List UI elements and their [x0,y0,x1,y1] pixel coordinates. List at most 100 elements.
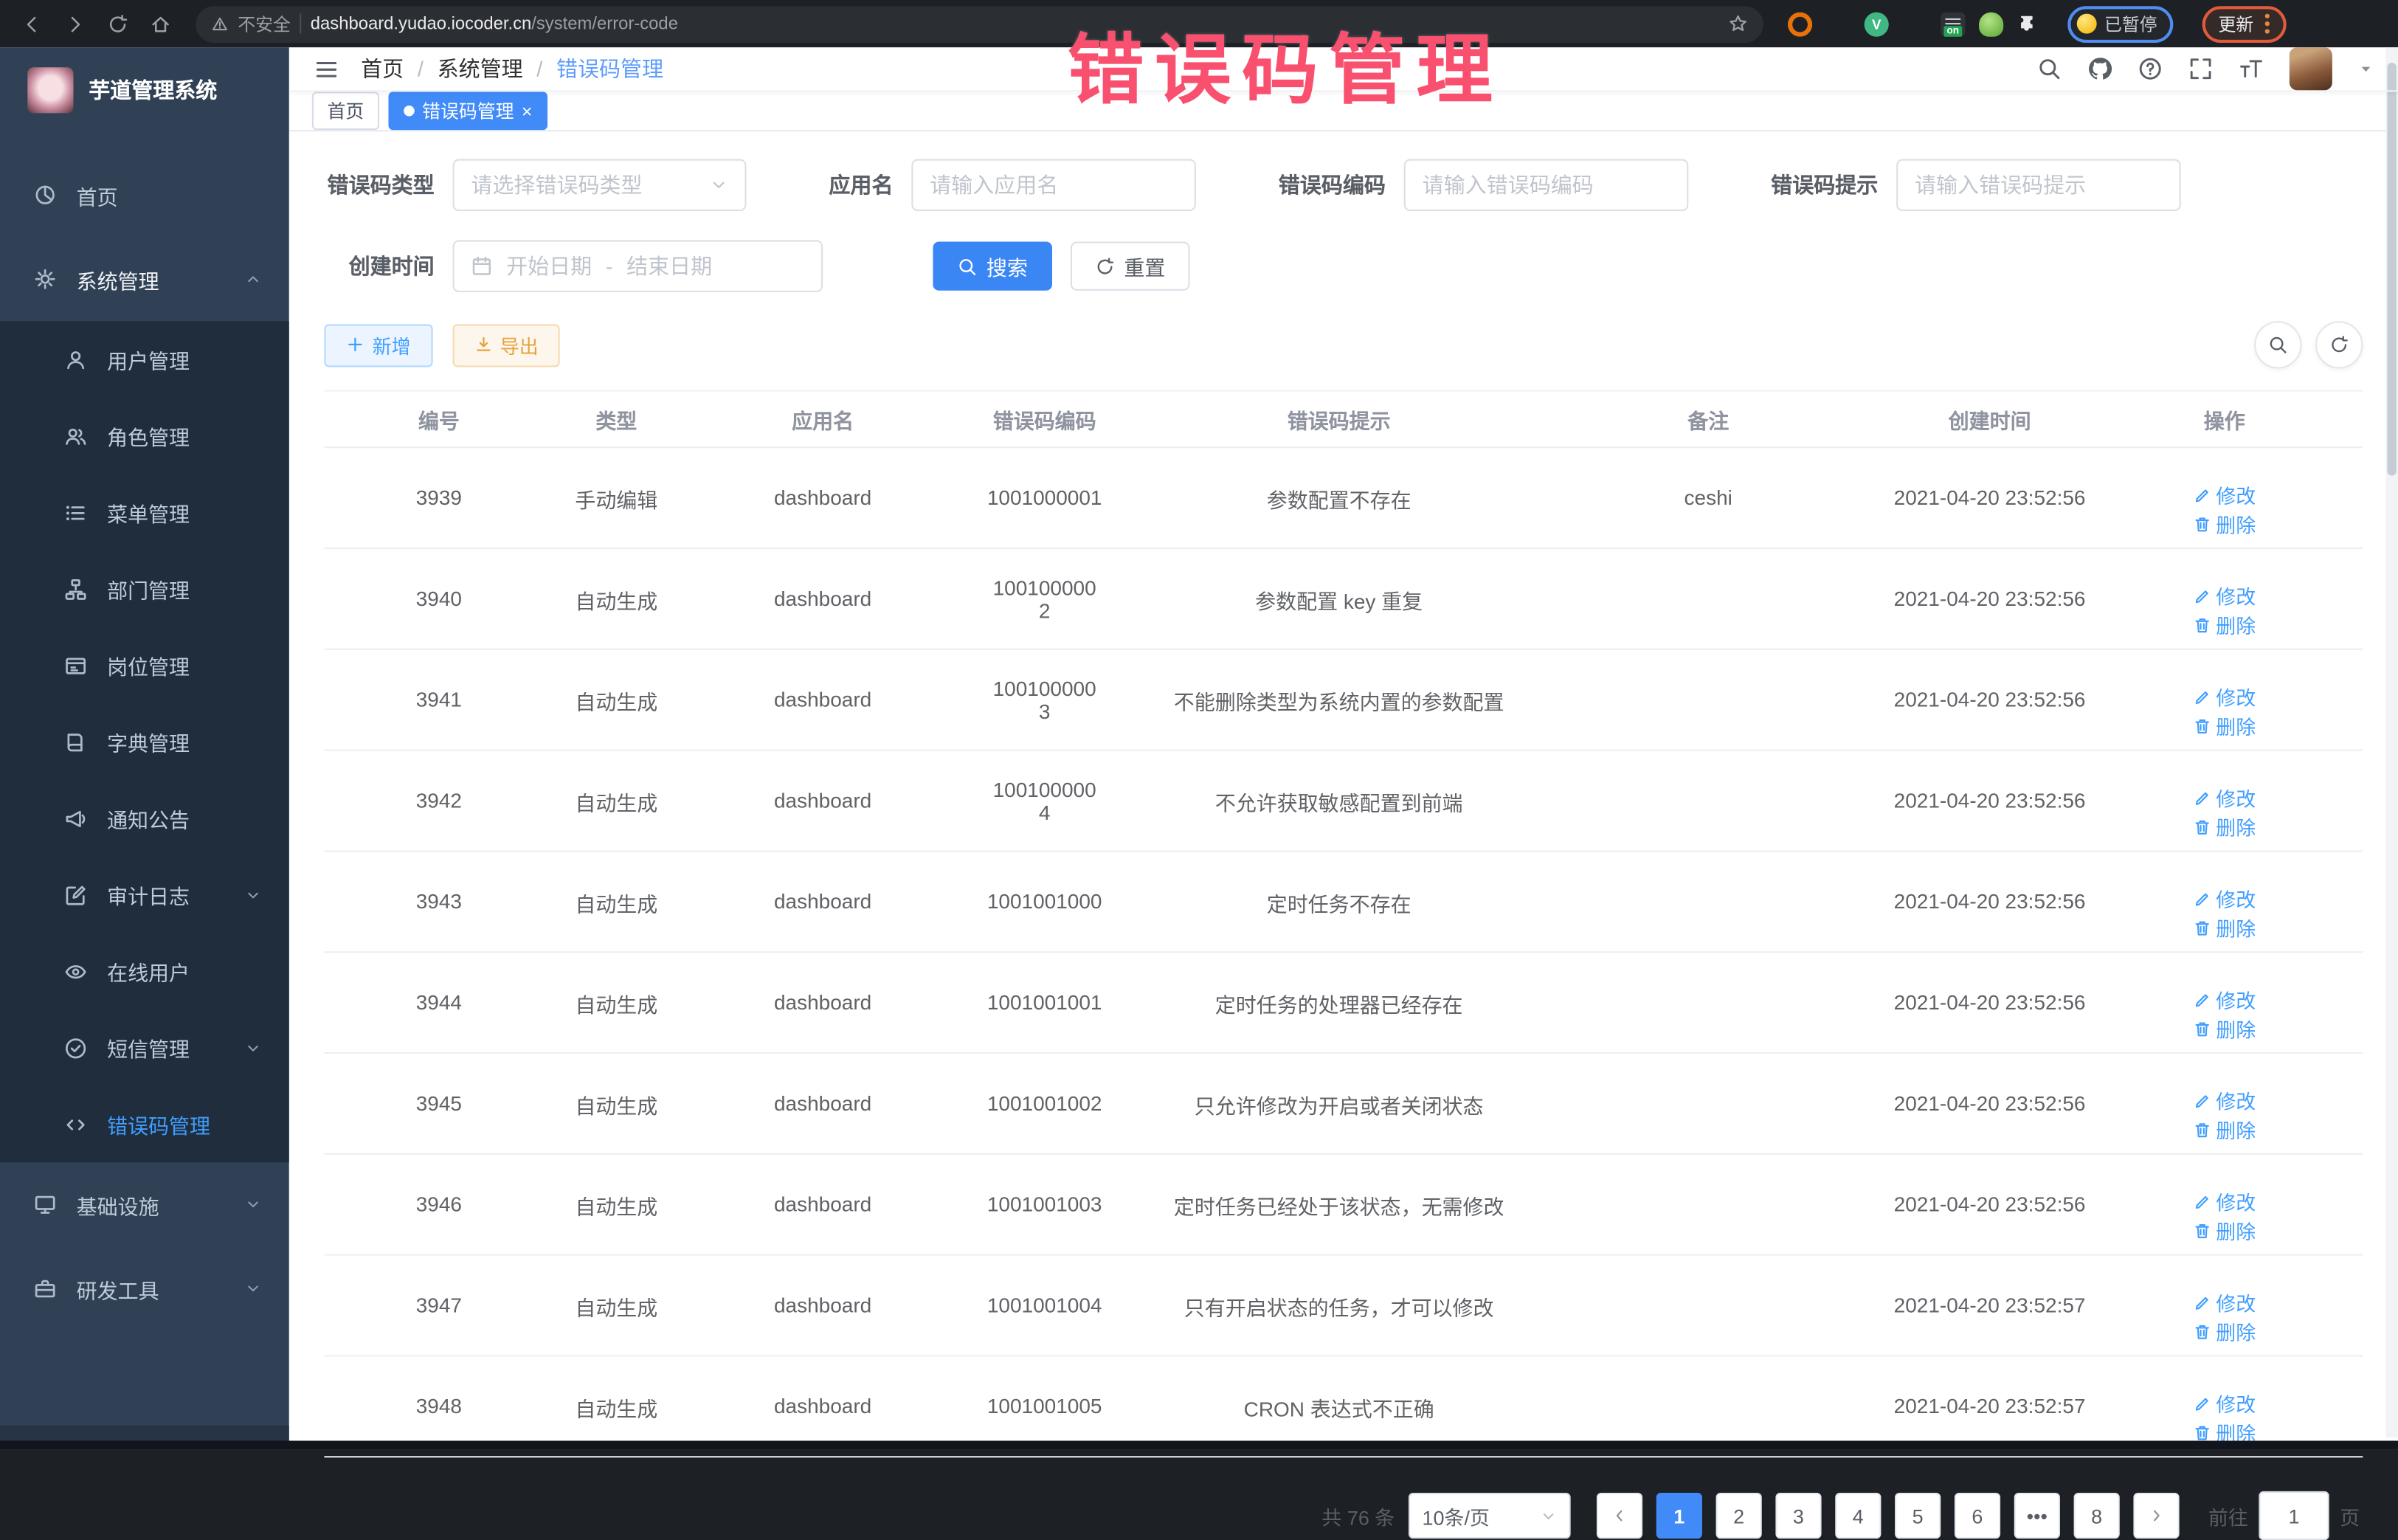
user-avatar[interactable] [2290,47,2332,90]
edit-link[interactable]: 修改 [2193,1288,2256,1316]
edit-link[interactable]: 修改 [2193,985,2256,1014]
sidebar-item-首页[interactable]: 首页 [0,153,289,237]
next-page-button[interactable] [2133,1493,2179,1539]
page-size-select[interactable]: 10条/页 [1409,1493,1571,1539]
delete-link[interactable]: 删除 [2193,1115,2256,1144]
delete-link[interactable]: 删除 [2193,812,2256,841]
page-button-4[interactable]: 4 [1835,1493,1881,1539]
search-icon[interactable] [2037,57,2062,81]
date-range-picker[interactable]: 开始日期 - 结束日期 [453,240,823,291]
page-button-6[interactable]: 6 [1955,1493,2000,1539]
font-size-icon[interactable] [2239,57,2263,81]
app-name-input[interactable] [911,159,1196,211]
delete-link[interactable]: 删除 [2193,1216,2256,1245]
col-header-actions: 操作 [2118,395,2331,443]
edit-link[interactable]: 修改 [2193,1389,2256,1418]
reset-button[interactable]: 重置 [1071,241,1190,290]
edit-link[interactable]: 修改 [2193,884,2256,913]
delete-link[interactable]: 删除 [2193,913,2256,942]
edit-link[interactable]: 修改 [2193,682,2256,711]
extension-list-icon[interactable]: on [1941,12,1965,36]
reload-icon[interactable] [101,7,135,41]
extension-blue-grid-icon[interactable] [1902,12,1927,36]
sidebar-item-短信管理[interactable]: 短信管理 [0,1009,289,1086]
cell-code: 1001001002 [967,1083,1122,1124]
edit-link[interactable]: 修改 [2193,1086,2256,1115]
delete-link[interactable]: 删除 [2193,1014,2256,1043]
extensions-puzzle-icon[interactable] [2017,12,2042,36]
help-icon[interactable] [2138,57,2163,81]
tag-close-icon[interactable]: × [522,100,533,122]
edit-link[interactable]: 修改 [2193,480,2256,509]
hamburger-icon[interactable] [314,56,339,82]
page-button-3[interactable]: 3 [1775,1493,1821,1539]
delete-link[interactable]: 删除 [2193,1317,2256,1346]
cell-id: 3939 [324,477,553,519]
prev-page-button[interactable] [1597,1493,1642,1539]
sidebar-item-在线用户[interactable]: 在线用户 [0,933,289,1009]
add-button[interactable]: 新增 [324,323,432,366]
delete-link[interactable]: 删除 [2193,509,2256,538]
edit-link[interactable]: 修改 [2193,783,2256,812]
extension-green-icon[interactable] [1979,12,2003,36]
kebab-menu-icon[interactable] [2264,21,2269,26]
scrollbar-thumb[interactable] [2387,63,2396,476]
github-icon[interactable] [2087,57,2112,81]
sidebar-item-审计日志[interactable]: 审计日志 [0,857,289,933]
scrollbar[interactable] [2385,47,2398,1437]
export-button[interactable]: 导出 [452,323,560,366]
breadcrumb-home[interactable]: 首页 [361,54,404,84]
error-type-select[interactable]: 请选择错误码类型 [453,159,747,211]
address-bar[interactable]: 不安全 dashboard.yudao.iocoder.cn/system/er… [196,5,1763,42]
sidebar-item-用户管理[interactable]: 用户管理 [0,321,289,398]
sidebar-item-系统管理[interactable]: 系统管理 [0,237,289,321]
cell-app: dashboard [679,982,967,1023]
sidebar-item-菜单管理[interactable]: 菜单管理 [0,474,289,551]
cell-msg: 定时任务的处理器已经存在 [1122,978,1555,1026]
browser-update-button[interactable]: 更新 [2202,5,2286,42]
breadcrumb-system[interactable]: 系统管理 [438,54,523,84]
bookmark-star-icon[interactable] [1728,14,1748,34]
home-icon[interactable] [144,7,178,41]
profile-paused-chip[interactable]: 已暂停 [2067,5,2172,42]
tag-home-label: 首页 [328,98,364,124]
page-button-8[interactable]: 8 [2074,1493,2120,1539]
tag-error-code[interactable]: 错误码管理 × [388,91,547,130]
refresh-table-button[interactable] [2315,321,2363,368]
edit-link[interactable]: 修改 [2193,1187,2256,1215]
error-hint-input[interactable] [1896,159,2181,211]
sidebar-item-基础设施[interactable]: 基础设施 [0,1162,289,1246]
search-button[interactable]: 搜索 [933,241,1052,290]
delete-link[interactable]: 删除 [2193,711,2256,740]
extension-blue-gem-icon[interactable] [1826,12,1851,36]
caret-down-icon[interactable] [2358,61,2374,77]
cell-time: 2021-04-20 23:52:56 [1861,881,2118,922]
sidebar-item-角色管理[interactable]: 角色管理 [0,398,289,474]
toggle-search-button[interactable] [2254,321,2301,368]
delete-link[interactable]: 删除 [2193,610,2256,639]
more-pages-button[interactable]: ••• [2014,1493,2060,1539]
page-button-5[interactable]: 5 [1895,1493,1941,1539]
sidebar-item-通知公告[interactable]: 通知公告 [0,780,289,857]
app-logo-row[interactable]: 芋道管理系统 [0,47,289,131]
sidebar-item-字典管理[interactable]: 字典管理 [0,703,289,780]
sidebar-item-岗位管理[interactable]: 岗位管理 [0,627,289,704]
page-buttons: 123456 ••• 8 [1656,1493,2120,1539]
breadcrumb: 首页 / 系统管理 / 错误码管理 [361,54,663,84]
forward-icon[interactable] [58,7,92,41]
cell-code: 1001000001 [967,477,1122,519]
page-button-2[interactable]: 2 [1716,1493,1762,1539]
tag-home[interactable]: 首页 [312,91,379,130]
back-icon[interactable] [15,7,49,41]
error-code-input[interactable] [1404,159,1689,211]
create-time-label: 创建时间 [324,251,434,281]
sidebar-item-部门管理[interactable]: 部门管理 [0,550,289,627]
extension-orange-ring-icon[interactable] [1788,12,1812,36]
edit-link[interactable]: 修改 [2193,581,2256,610]
sidebar-item-研发工具[interactable]: 研发工具 [0,1246,289,1330]
goto-page-input[interactable] [2259,1491,2329,1540]
sidebar-item-错误码管理[interactable]: 错误码管理 [0,1086,289,1163]
page-button-1[interactable]: 1 [1656,1493,1702,1539]
fullscreen-icon[interactable] [2188,57,2213,81]
extension-vue-devtools-icon[interactable] [1865,12,1889,36]
